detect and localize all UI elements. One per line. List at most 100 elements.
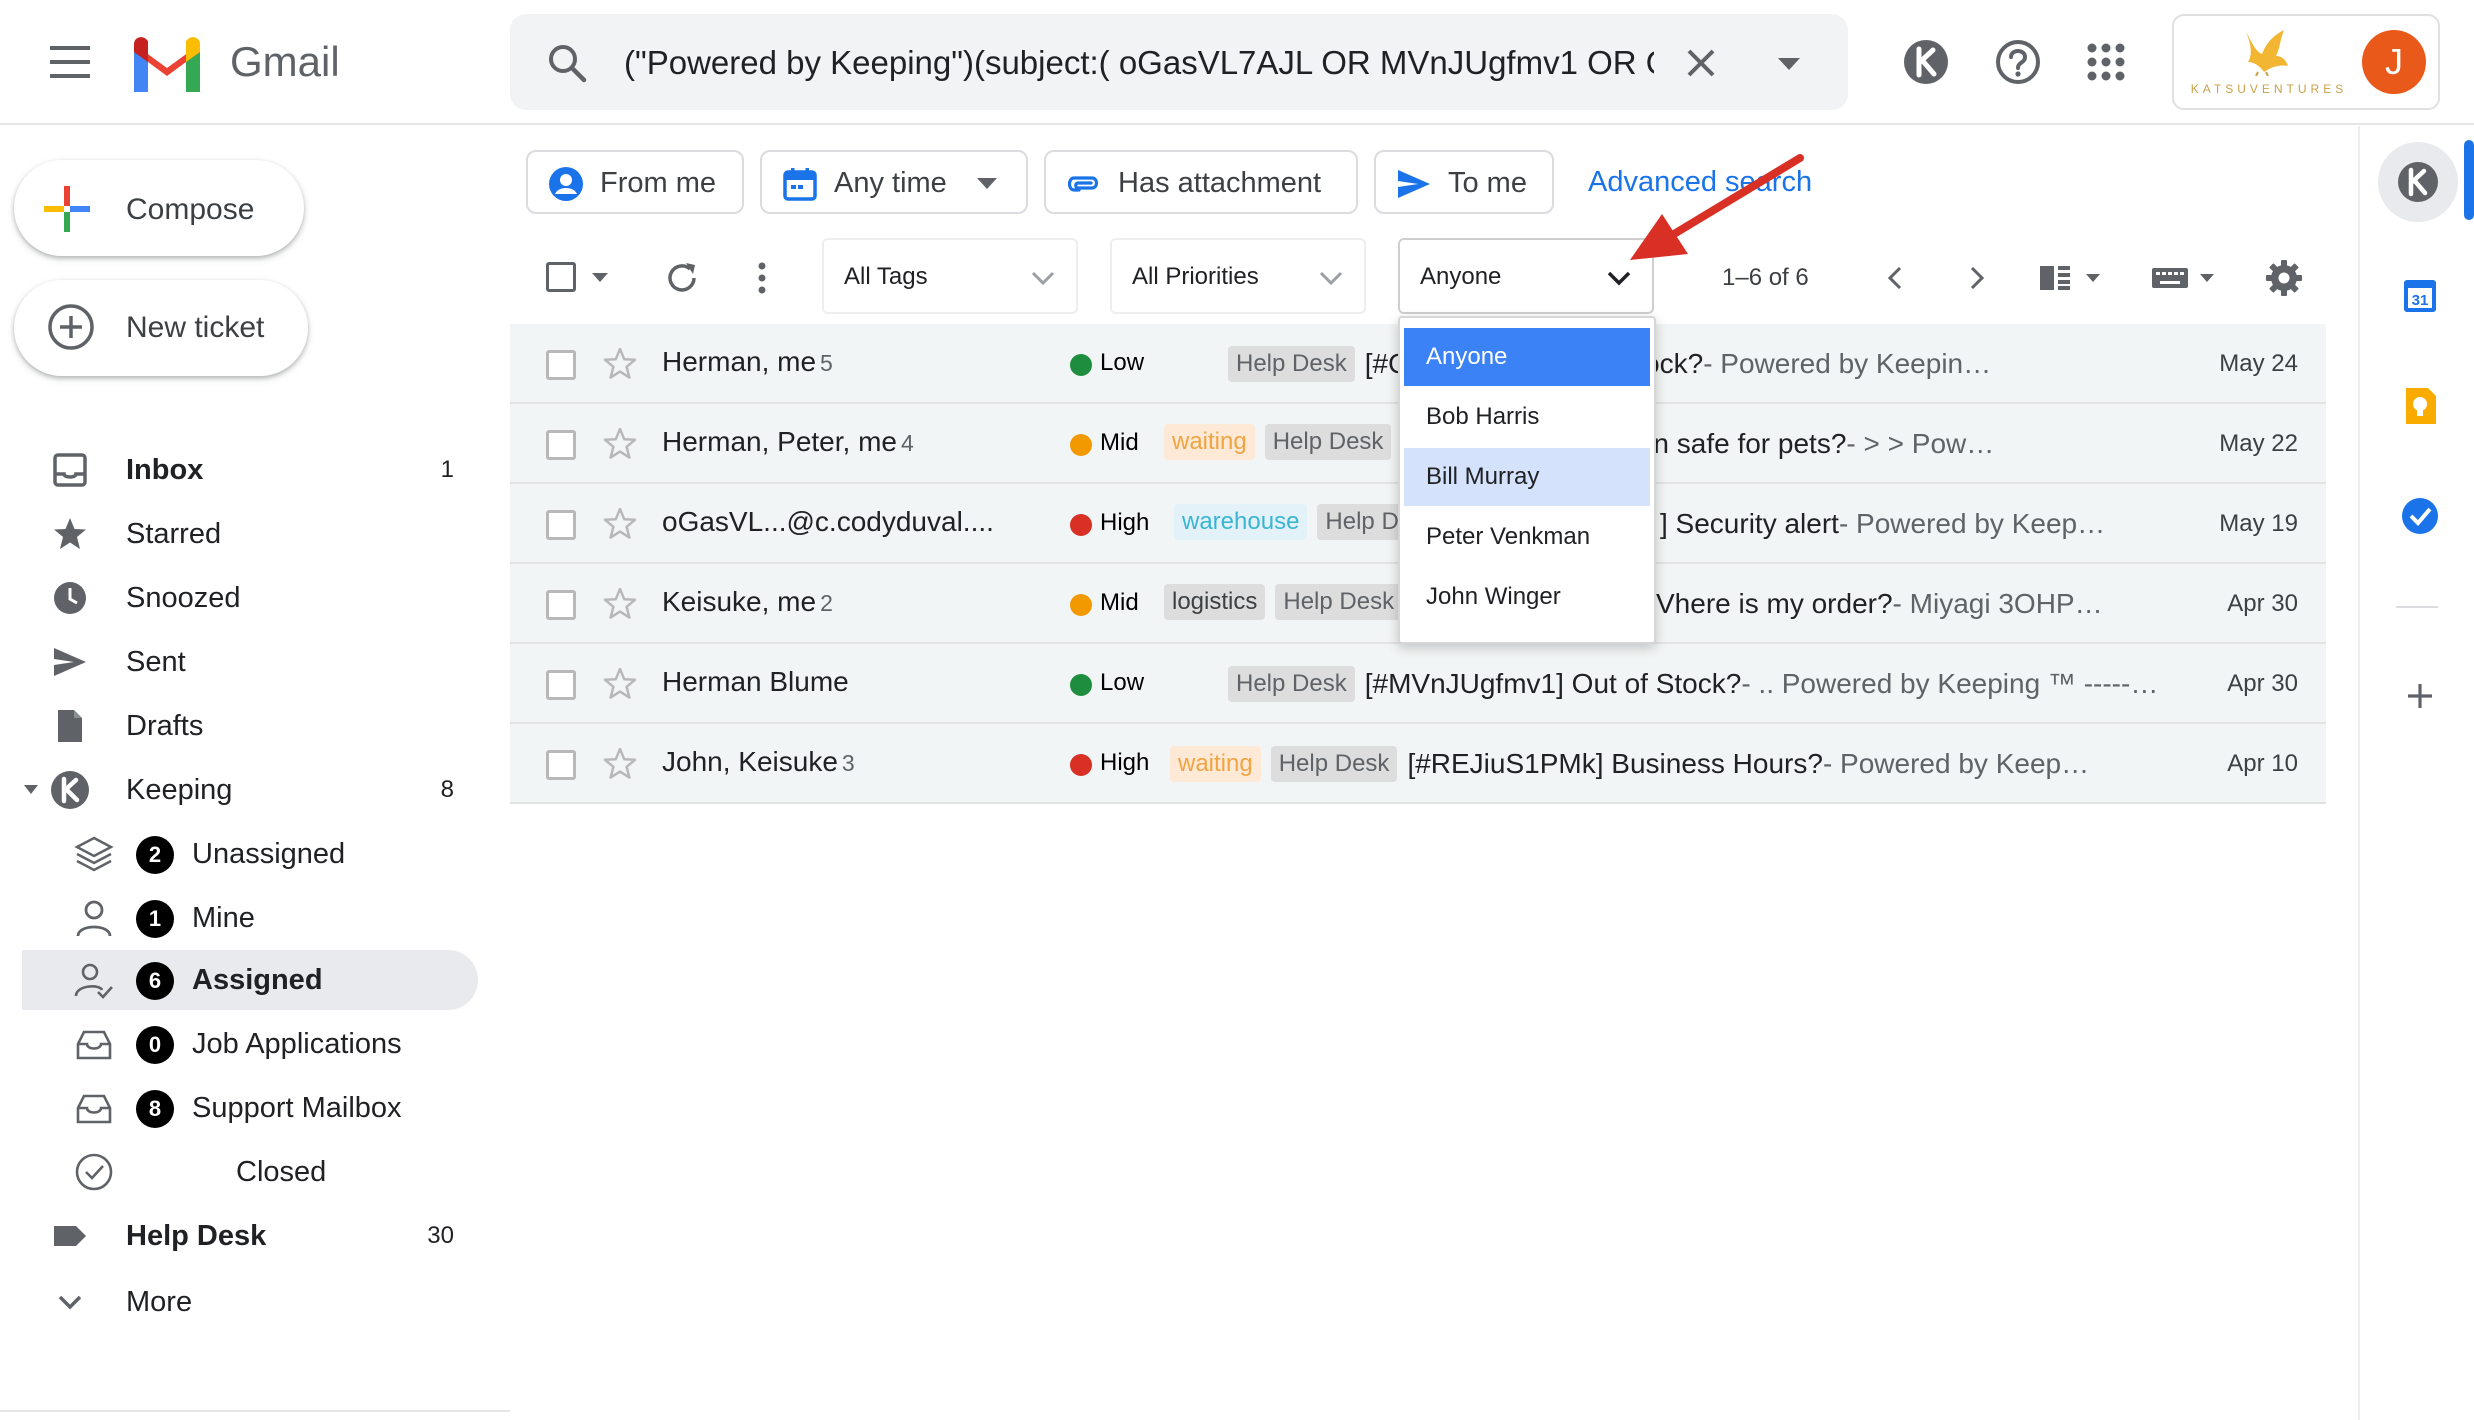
row-checkbox[interactable] xyxy=(546,670,576,700)
star-outline-icon[interactable] xyxy=(602,346,638,382)
sidebar-item-keeping[interactable]: Keeping 8 xyxy=(22,760,478,820)
star-outline-icon[interactable] xyxy=(602,666,638,702)
sidebar-item-label: Snoozed xyxy=(126,582,241,614)
dropdown-option-john-winger[interactable]: John Winger xyxy=(1404,568,1650,626)
sidebar-bottom-divider xyxy=(0,1410,510,1412)
sidebar-item-label: Drafts xyxy=(126,710,204,742)
keeping-addon-icon[interactable] xyxy=(2396,160,2440,204)
priority-label: High xyxy=(1100,749,1150,776)
star-outline-icon[interactable] xyxy=(602,426,638,462)
annotation-arrow-icon xyxy=(1610,150,1810,270)
tasks-addon-icon[interactable] xyxy=(2398,494,2442,538)
email-row[interactable]: Herman Blume Low Help Desk [#MVnJUgfmv1] … xyxy=(510,644,2326,724)
compose-label: Compose xyxy=(126,193,255,226)
clock-icon xyxy=(52,580,88,616)
chevron-right-icon[interactable] xyxy=(1956,258,1996,298)
sidebar-item-support-mailbox[interactable]: 8 Support Mailbox xyxy=(22,1078,478,1138)
search-icon[interactable] xyxy=(544,40,590,86)
keyboard-icon[interactable] xyxy=(2148,258,2220,298)
keeping-logo-icon[interactable] xyxy=(1902,38,1950,86)
sidebar-item-label: Inbox xyxy=(126,454,204,486)
row-checkbox[interactable] xyxy=(546,430,576,460)
gear-icon[interactable] xyxy=(2264,258,2304,298)
chevron-down-icon xyxy=(976,176,998,192)
sidebar-item-snoozed[interactable]: Snoozed xyxy=(22,568,478,628)
sidebar-item-mine[interactable]: 1 Mine xyxy=(22,888,478,948)
thread-count: 4 xyxy=(900,430,914,456)
star-outline-icon[interactable] xyxy=(602,746,638,782)
sidebar-item-label: Closed xyxy=(236,1156,327,1188)
dropdown-option-bill-murray[interactable]: Bill Murray xyxy=(1404,448,1650,506)
dropdown-option-bob-harris[interactable]: Bob Harris xyxy=(1404,388,1650,446)
row-checkbox[interactable] xyxy=(546,510,576,540)
tag-badge: logistics xyxy=(1164,584,1266,620)
email-date: May 22 xyxy=(2219,430,2298,457)
chip-label: To me xyxy=(1448,167,1527,199)
dropdown-option-anyone[interactable]: Anyone xyxy=(1404,328,1650,386)
priorities-filter-select[interactable]: All Priorities xyxy=(1110,238,1366,314)
to-me-chip[interactable]: To me xyxy=(1374,150,1554,214)
priority-dot xyxy=(1070,354,1092,376)
keep-addon-icon[interactable] xyxy=(2398,384,2442,428)
sidebar-item-inbox[interactable]: Inbox 1 xyxy=(22,440,478,500)
search-input[interactable]: ("Powered by Keeping")(subject:( oGasVL7… xyxy=(624,40,1654,86)
add-circle-icon xyxy=(46,302,96,352)
email-content: Help Desk [#MVnJUgfmv1] Out of Stock? - .… xyxy=(1228,664,2228,706)
gmail-logo-icon[interactable] xyxy=(128,34,206,92)
tag-badge: Help Desk xyxy=(1275,584,1403,620)
sidebar-item-drafts[interactable]: Drafts xyxy=(22,696,478,756)
help-icon[interactable] xyxy=(1994,38,2042,86)
row-checkbox[interactable] xyxy=(546,350,576,380)
send-icon xyxy=(1396,166,1432,202)
tag-badge: waiting xyxy=(1170,746,1261,782)
clear-search-icon[interactable] xyxy=(1680,42,1722,84)
any-time-chip[interactable]: Any time xyxy=(760,150,1028,214)
calendar-addon-icon[interactable]: 31 xyxy=(2398,274,2442,318)
email-snippet-visible: Vhere is my order? - Miyagi 3OHP… xyxy=(1656,588,2103,619)
row-checkbox[interactable] xyxy=(546,590,576,620)
select-options-caret-icon[interactable] xyxy=(590,270,610,286)
tag-badge: Help D xyxy=(1317,504,1407,540)
email-row[interactable]: John, Keisuke 3 High waiting Help Desk [#RE… xyxy=(510,724,2326,804)
compose-plus-icon xyxy=(44,186,90,232)
email-date: Apr 10 xyxy=(2227,750,2298,777)
star-outline-icon[interactable] xyxy=(602,586,638,622)
main-menu-icon[interactable] xyxy=(46,40,94,84)
sidebar-item-assigned[interactable]: 6 Assigned xyxy=(22,950,478,1010)
star-outline-icon[interactable] xyxy=(602,506,638,542)
collapse-caret-icon[interactable] xyxy=(22,782,40,798)
unread-count: 8 xyxy=(440,776,454,803)
more-vert-icon[interactable] xyxy=(742,258,782,298)
priority-label: Low xyxy=(1100,349,1145,376)
row-checkbox[interactable] xyxy=(546,750,576,780)
label-icon xyxy=(52,1218,88,1254)
chevron-down-icon xyxy=(1606,270,1632,288)
sidebar-item-help-desk[interactable]: Help Desk 30 xyxy=(22,1206,478,1266)
dropdown-option-peter-venkman[interactable]: Peter Venkman xyxy=(1404,508,1650,566)
add-addon-icon[interactable] xyxy=(2398,674,2442,718)
sidebar-item-starred[interactable]: Starred xyxy=(22,504,478,564)
sidebar-item-sent[interactable]: Sent xyxy=(22,632,478,692)
sidebar-item-label: Job Applications xyxy=(192,1028,402,1060)
sidebar-item-job-applications[interactable]: 0 Job Applications xyxy=(22,1014,478,1074)
tag-badge: Help Desk xyxy=(1228,666,1355,702)
sidebar-item-label: Unassigned xyxy=(192,838,346,870)
select-all-checkbox[interactable] xyxy=(546,262,576,292)
refresh-icon[interactable] xyxy=(662,258,702,298)
unread-count: 30 xyxy=(427,1222,454,1249)
tags-filter-select[interactable]: All Tags xyxy=(822,238,1078,314)
rooster-logo-icon xyxy=(2236,26,2294,76)
sidebar-item-label: Support Mailbox xyxy=(192,1092,402,1124)
split-pane-icon[interactable] xyxy=(2036,258,2106,298)
from-me-chip[interactable]: From me xyxy=(526,150,744,214)
account-circle-icon xyxy=(548,166,584,202)
has-attachment-chip[interactable]: Has attachment xyxy=(1044,150,1358,214)
chevron-left-icon[interactable] xyxy=(1876,258,1916,298)
priority-label: High xyxy=(1100,509,1150,536)
avatar[interactable]: J xyxy=(2362,30,2426,94)
sidebar-item-closed[interactable]: Closed xyxy=(22,1142,478,1202)
google-apps-icon[interactable] xyxy=(2084,40,2128,84)
search-options-caret-icon[interactable] xyxy=(1774,50,1804,78)
sidebar-item-unassigned[interactable]: 2 Unassigned xyxy=(22,824,478,884)
sidebar-item-more[interactable]: More xyxy=(22,1272,478,1332)
